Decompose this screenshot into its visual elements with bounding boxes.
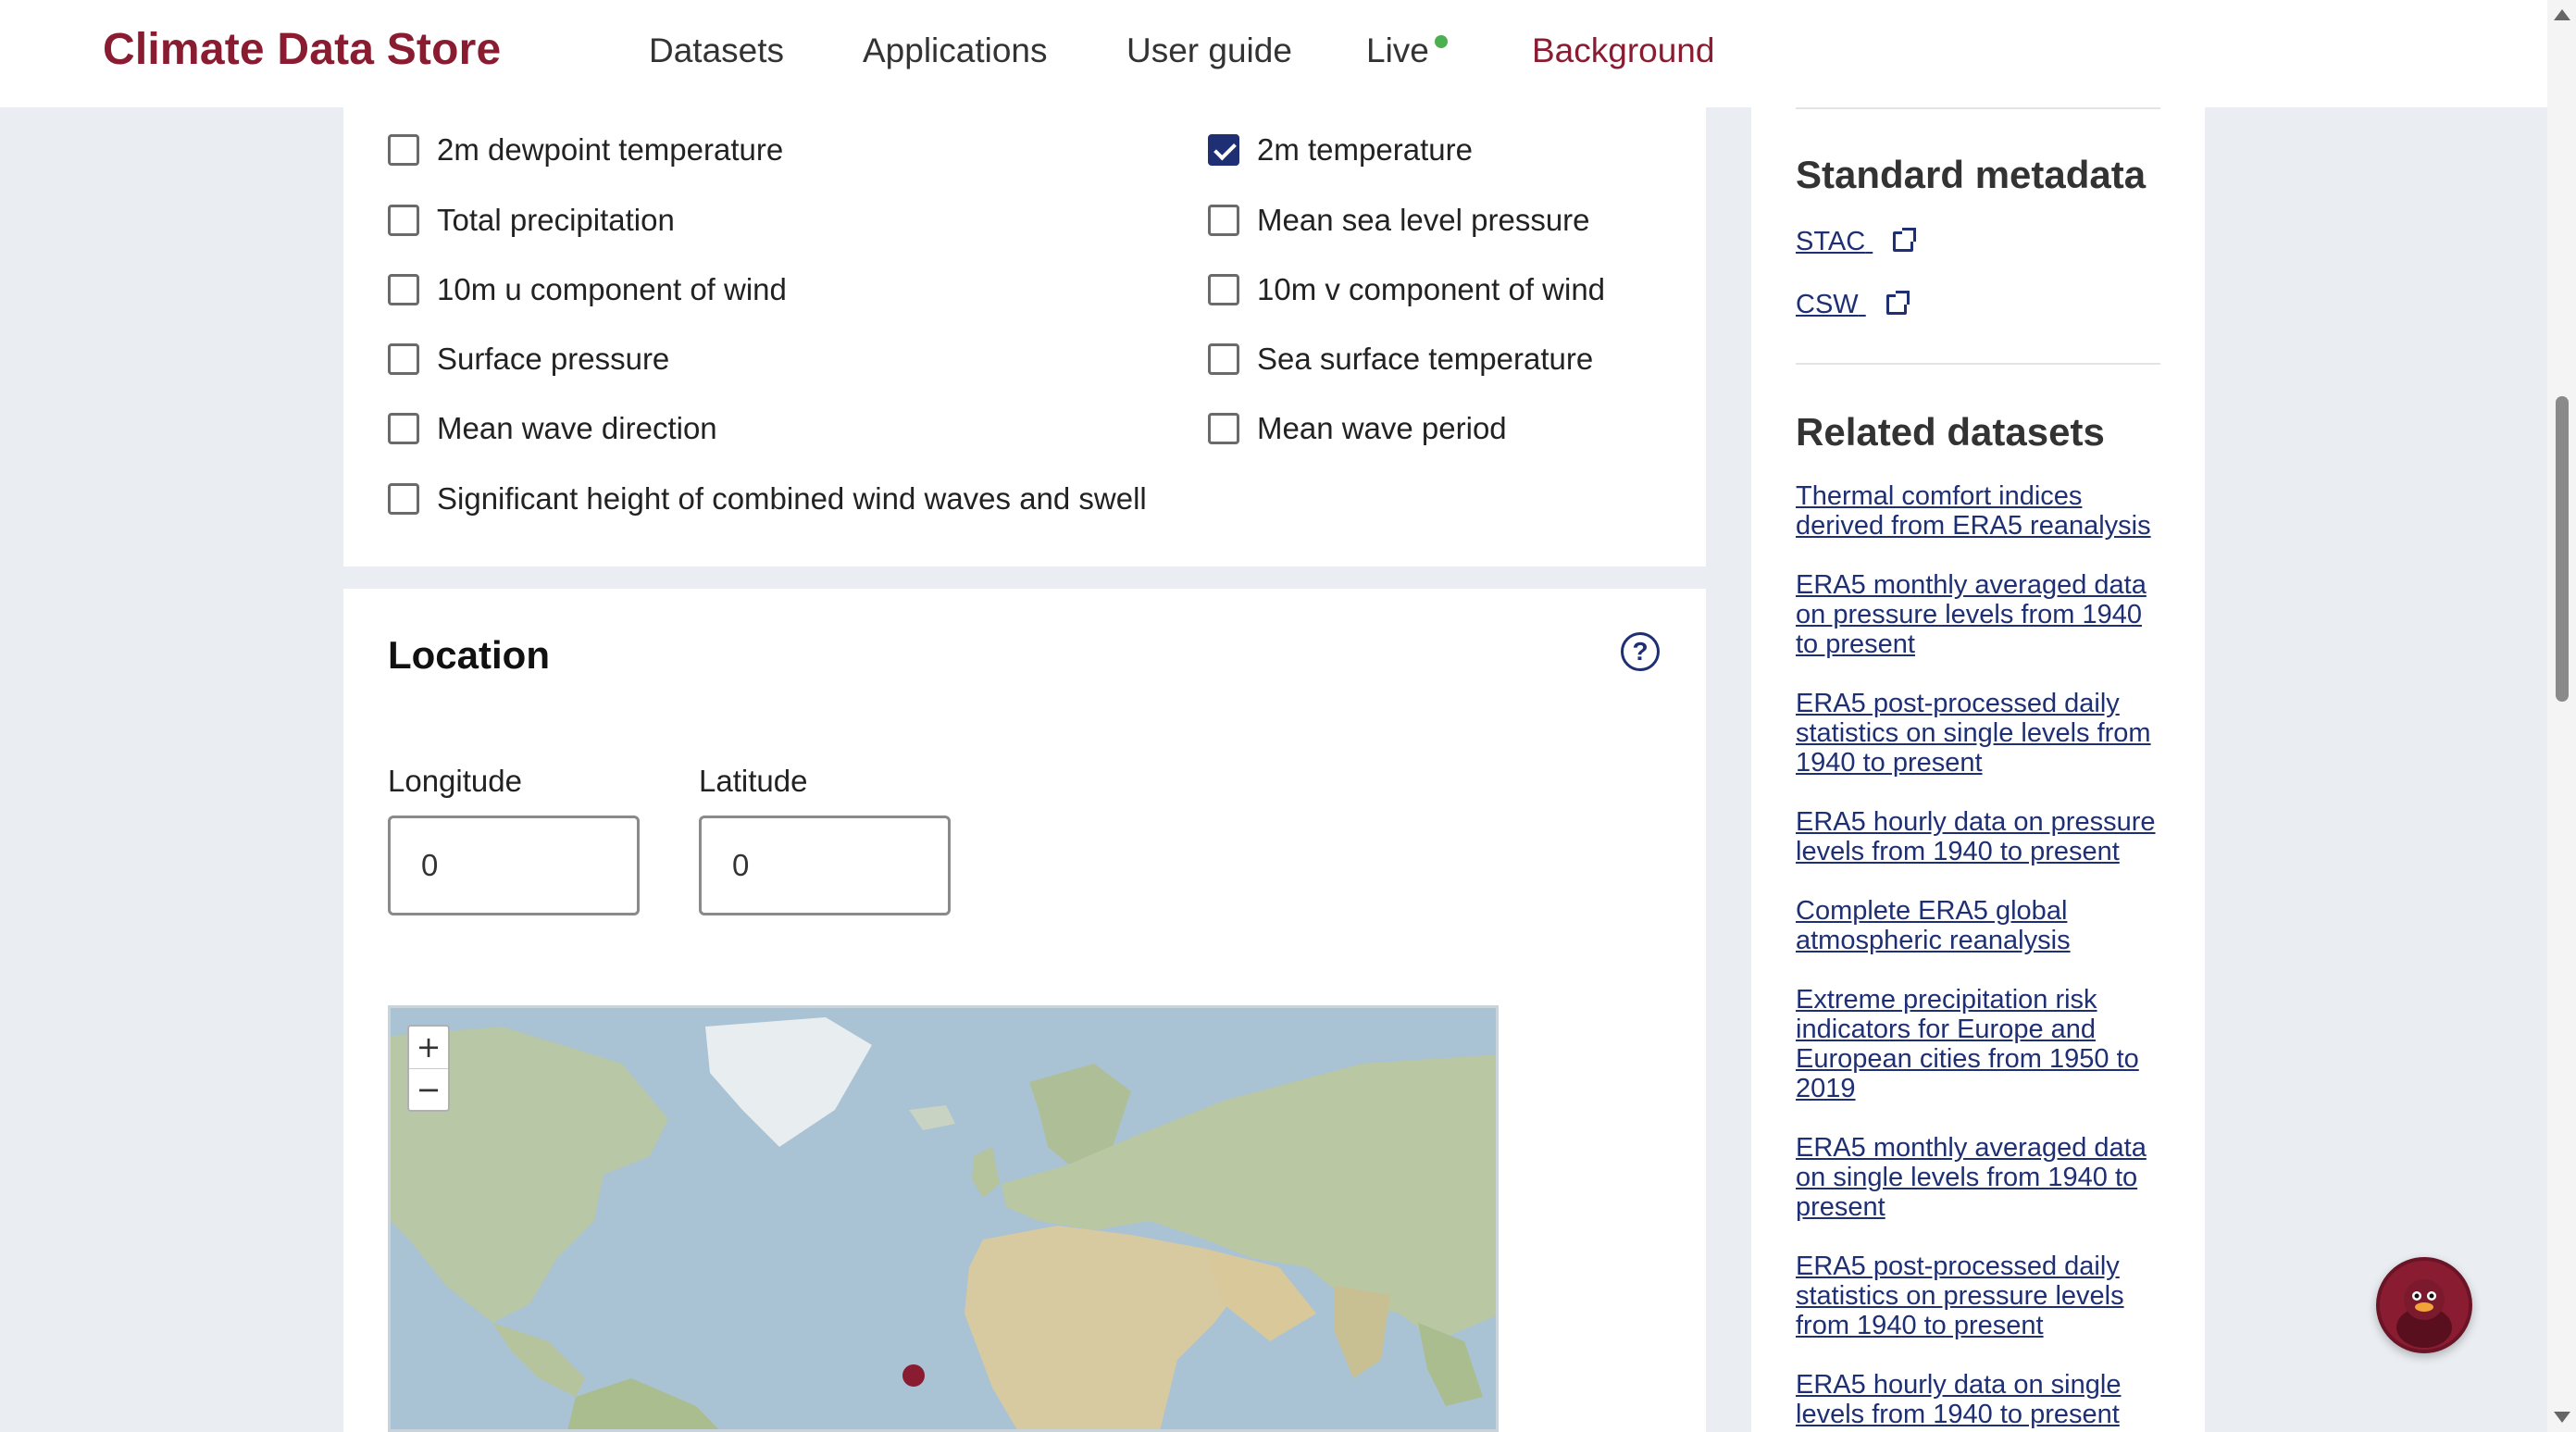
variable-option[interactable]: 10m u component of wind: [388, 271, 787, 308]
checkbox[interactable]: [388, 343, 419, 375]
variable-label: Mean sea level pressure: [1257, 203, 1590, 237]
checkbox[interactable]: [1208, 413, 1239, 444]
scrollbar-thumb[interactable]: [2556, 396, 2569, 702]
variable-label: 10m v component of wind: [1257, 272, 1606, 306]
nav-user-guide[interactable]: User guide: [1126, 31, 1292, 70]
variable-option[interactable]: Mean wave period: [1208, 410, 1507, 447]
variable-option[interactable]: Total precipitation: [388, 202, 675, 239]
related-dataset-link[interactable]: ERA5 hourly data on pressure levels from…: [1796, 807, 2166, 866]
location-title: Location: [388, 633, 550, 677]
variable-option[interactable]: Mean sea level pressure: [1208, 202, 1590, 239]
variable-label: Significant height of combined wind wave…: [437, 481, 1147, 516]
related-dataset-link[interactable]: Extreme precipitation risk indicators fo…: [1796, 985, 2166, 1103]
variables-panel: 2m dewpoint temperature 2m temperature T…: [343, 107, 1706, 567]
sidebar-divider: [1796, 107, 2160, 109]
related-dataset-link[interactable]: ERA5 monthly averaged data on single lev…: [1796, 1133, 2166, 1222]
latitude-input[interactable]: [699, 816, 951, 915]
zoom-out-button[interactable]: −: [409, 1069, 448, 1112]
variable-option[interactable]: Significant height of combined wind wave…: [388, 480, 1147, 517]
checkbox-checked[interactable]: [1208, 134, 1239, 166]
variable-option[interactable]: 2m temperature: [1208, 131, 1473, 168]
map-zoom-control: + −: [407, 1025, 450, 1112]
location-panel: Location ? Longitude Latitude: [343, 589, 1706, 1432]
right-sidebar: Standard metadata STAC CSW Related datas…: [1751, 107, 2205, 1432]
variable-option[interactable]: Mean wave direction: [388, 410, 717, 447]
standard-metadata-heading: Standard metadata: [1796, 153, 2147, 196]
external-link-icon: [1885, 291, 1910, 315]
checkbox[interactable]: [1208, 343, 1239, 375]
variable-label: Mean wave direction: [437, 411, 717, 445]
sidebar-divider: [1796, 363, 2160, 365]
variable-label: Surface pressure: [437, 342, 670, 376]
variable-option[interactable]: Surface pressure: [388, 341, 669, 378]
duck-mascot-icon: [2380, 1261, 2469, 1350]
nav-applications[interactable]: Applications: [863, 31, 1048, 70]
csw-link[interactable]: CSW: [1796, 290, 1910, 320]
page: Climate Data Store Datasets Applications…: [0, 0, 2576, 1432]
nav-background[interactable]: Background: [1532, 31, 1714, 70]
top-navigation-bar: Climate Data Store Datasets Applications…: [0, 0, 2547, 107]
csw-link-label: CSW: [1796, 290, 1859, 319]
variable-label: Mean wave period: [1257, 411, 1507, 445]
related-dataset-link[interactable]: ERA5 hourly data on single levels from 1…: [1796, 1370, 2166, 1429]
checkbox[interactable]: [388, 205, 419, 236]
map-location-marker-icon[interactable]: [902, 1364, 925, 1387]
variable-label: Sea surface temperature: [1257, 342, 1594, 376]
related-dataset-link[interactable]: ERA5 post-processed daily statistics on …: [1796, 689, 2166, 778]
scroll-up-arrow-icon[interactable]: [2554, 9, 2570, 20]
zoom-in-button[interactable]: +: [409, 1027, 448, 1069]
checkbox[interactable]: [388, 413, 419, 444]
stac-link-label: STAC: [1796, 227, 1866, 256]
longitude-input[interactable]: [388, 816, 640, 915]
related-dataset-link[interactable]: ERA5 post-processed daily statistics on …: [1796, 1251, 2166, 1340]
variable-label: Total precipitation: [437, 203, 675, 237]
live-status-dot-icon: [1435, 35, 1448, 48]
checkbox[interactable]: [388, 274, 419, 305]
nav-live[interactable]: Live: [1366, 31, 1429, 70]
variable-option[interactable]: 10m v component of wind: [1208, 271, 1605, 308]
checkbox[interactable]: [1208, 205, 1239, 236]
variable-option[interactable]: Sea surface temperature: [1208, 341, 1593, 378]
variable-label: 2m temperature: [1257, 132, 1473, 167]
variable-label: 2m dewpoint temperature: [437, 132, 784, 167]
checkbox[interactable]: [1208, 274, 1239, 305]
related-datasets-heading: Related datasets: [1796, 410, 2105, 454]
page-scrollbar[interactable]: [2547, 0, 2576, 1432]
help-icon[interactable]: ?: [1621, 632, 1660, 671]
external-link-icon: [1893, 228, 1917, 252]
chat-assistant-icon[interactable]: [2376, 1257, 2472, 1353]
variable-label: 10m u component of wind: [437, 272, 787, 306]
variable-option[interactable]: 2m dewpoint temperature: [388, 131, 783, 168]
scroll-down-arrow-icon[interactable]: [2554, 1412, 2570, 1423]
nav-datasets[interactable]: Datasets: [649, 31, 784, 70]
longitude-label: Longitude: [388, 764, 522, 798]
world-map-graphic: [391, 1008, 1496, 1429]
latitude-label: Latitude: [699, 764, 808, 798]
brand-logo-text[interactable]: Climate Data Store: [103, 24, 501, 75]
related-dataset-link[interactable]: Complete ERA5 global atmospheric reanaly…: [1796, 896, 2166, 955]
related-dataset-link[interactable]: ERA5 monthly averaged data on pressure l…: [1796, 570, 2166, 659]
location-map[interactable]: + −: [388, 1005, 1499, 1432]
related-datasets-list: Thermal comfort indices derived from ERA…: [1796, 481, 2166, 1432]
stac-link[interactable]: STAC: [1796, 227, 1917, 257]
checkbox[interactable]: [388, 483, 419, 515]
checkbox[interactable]: [388, 134, 419, 166]
related-dataset-link[interactable]: Thermal comfort indices derived from ERA…: [1796, 481, 2166, 541]
